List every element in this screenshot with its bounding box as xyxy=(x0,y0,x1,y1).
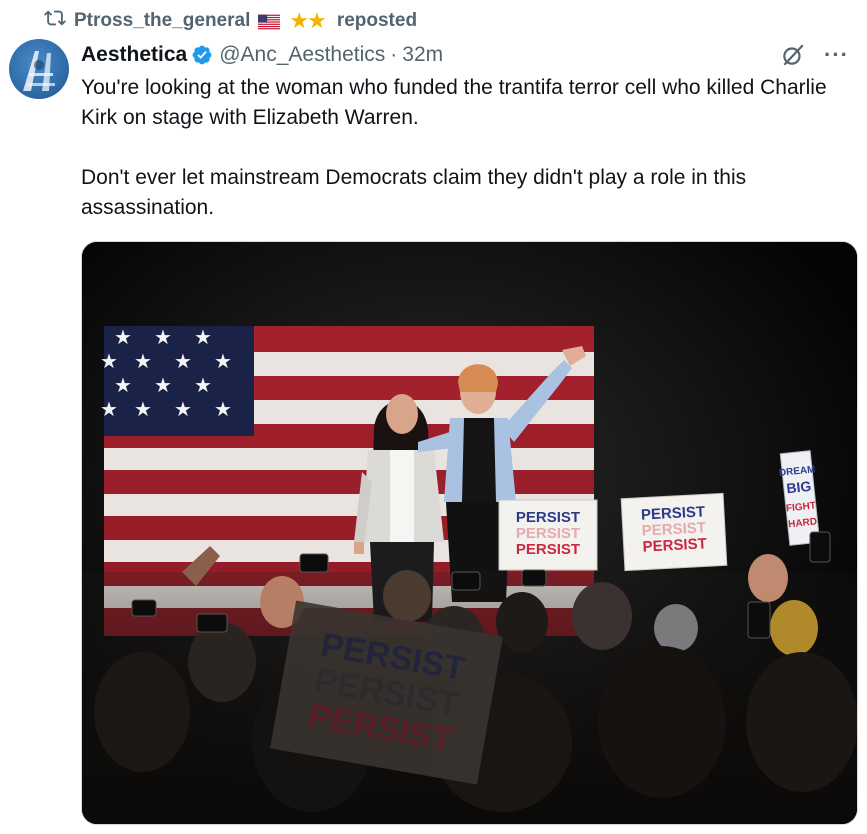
us-flag-icon xyxy=(258,14,281,30)
author-handle[interactable]: @Anc_Aesthetics xyxy=(219,43,385,67)
svg-text:★: ★ xyxy=(134,397,152,421)
svg-text:★: ★ xyxy=(114,325,132,349)
more-icon[interactable]: ··· xyxy=(824,42,849,68)
persist-sign-2: PERSIST PERSIST PERSIST xyxy=(620,492,728,572)
sign-2-line-3: PERSIST xyxy=(642,535,707,555)
sign-1-line-2: PERSIST xyxy=(516,525,580,542)
svg-text:★: ★ xyxy=(100,397,118,421)
avatar[interactable] xyxy=(9,39,69,99)
tweet-paragraph-1: You're looking at the woman who funded t… xyxy=(81,76,827,129)
svg-text:★: ★ xyxy=(214,397,232,421)
repost-icon xyxy=(44,7,66,35)
tweet-header: Aesthetica @Anc_Aesthetics · 32m ··· xyxy=(81,40,857,70)
svg-text:★: ★ xyxy=(194,325,212,349)
grok-icon[interactable] xyxy=(780,42,806,68)
svg-text:★: ★ xyxy=(194,373,212,397)
side-sign-line-2: BIG xyxy=(786,478,813,497)
crowd: PERSIST PERSIST PERSIST xyxy=(82,531,857,824)
display-name[interactable]: Aesthetica xyxy=(81,43,187,67)
tweet-paragraph-2: Don't ever let mainstream Democrats clai… xyxy=(81,166,747,219)
svg-text:★: ★ xyxy=(154,325,172,349)
post-time[interactable]: 32m xyxy=(402,43,443,67)
repost-row[interactable]: Ptross_the_general ★★ reposted xyxy=(44,8,417,34)
verified-badge-icon xyxy=(192,45,212,65)
header-actions: ··· xyxy=(780,40,849,70)
svg-text:★: ★ xyxy=(134,349,152,373)
reposter-name[interactable]: Ptross_the_general xyxy=(74,10,250,32)
svg-text:★: ★ xyxy=(154,373,172,397)
tweet-text: You're looking at the woman who funded t… xyxy=(81,73,851,223)
sign-1-line-3: PERSIST xyxy=(516,541,580,558)
svg-text:★: ★ xyxy=(100,349,118,373)
svg-text:★: ★ xyxy=(174,397,192,421)
svg-text:★: ★ xyxy=(214,349,232,373)
persist-sign-1: PERSIST PERSIST PERSIST xyxy=(498,499,598,571)
tweet-photo[interactable]: ★ ★ ★ ★ ★ ★ ★ ★ ★ ★ ★ ★ ★ ★ PERSIST PERS… xyxy=(81,241,858,825)
sign-1-line-1: PERSIST xyxy=(516,509,580,526)
star-icons: ★★ xyxy=(289,8,326,33)
repost-label: reposted xyxy=(336,10,418,31)
svg-text:★: ★ xyxy=(114,373,132,397)
svg-text:★: ★ xyxy=(174,349,192,373)
separator-dot: · xyxy=(390,43,398,66)
